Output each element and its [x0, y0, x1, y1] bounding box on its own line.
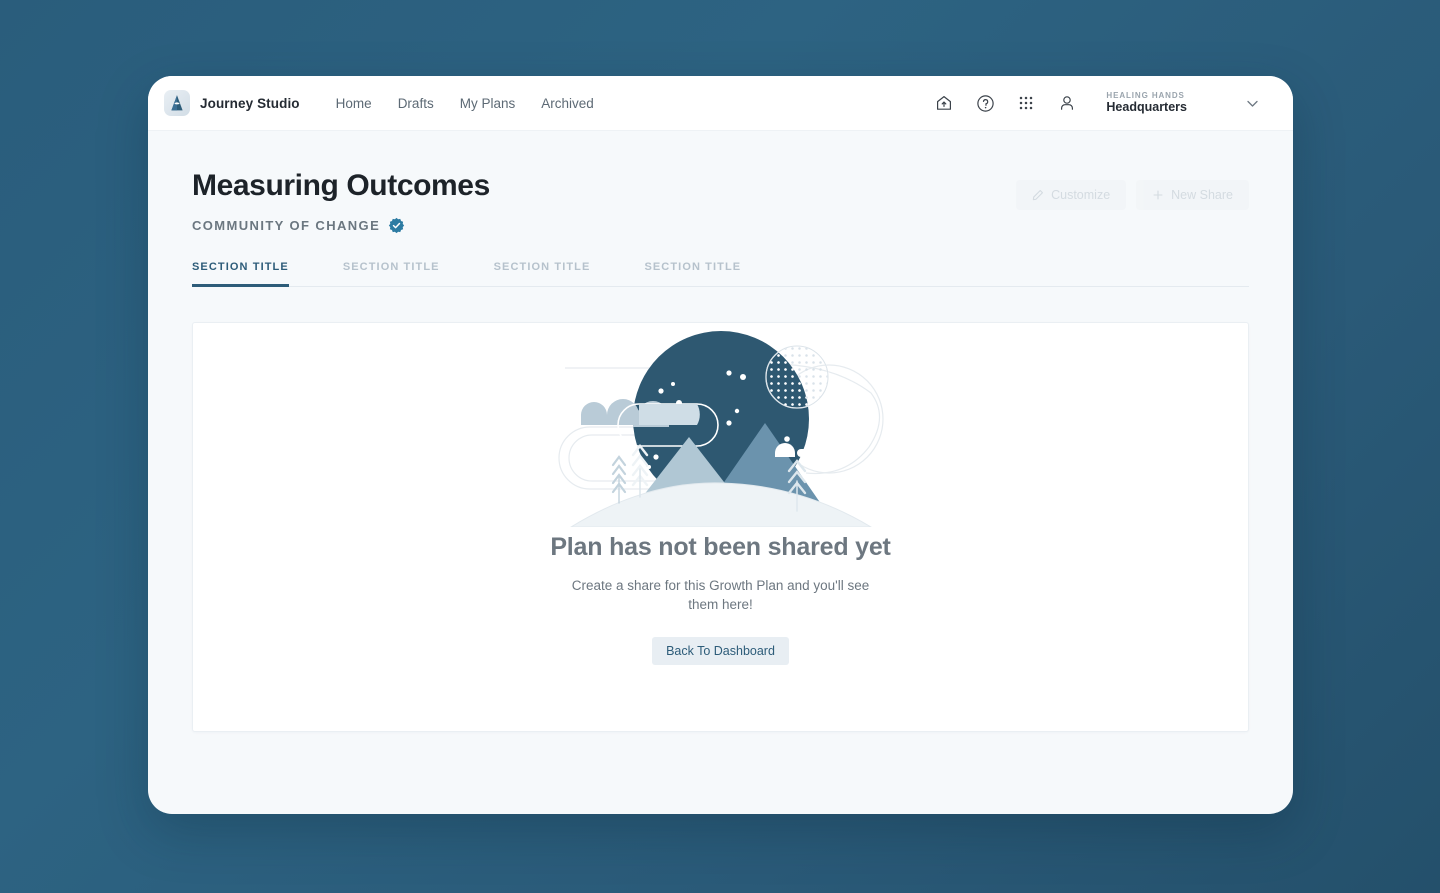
home-icon[interactable]	[933, 92, 955, 114]
customize-button[interactable]: Customize	[1016, 180, 1127, 210]
help-circle-icon[interactable]	[974, 92, 996, 114]
page-title-block: Measuring Outcomes COMMUNITY OF CHANGE	[192, 169, 490, 234]
page-header-actions: Customize New Share	[1016, 169, 1249, 210]
page-body: Measuring Outcomes COMMUNITY OF CHANGE C…	[148, 131, 1293, 732]
mountain-peak-logo-icon	[164, 90, 190, 116]
nav-link-my-plans[interactable]: My Plans	[460, 96, 516, 111]
mountain-night-scene-illustration-icon	[551, 323, 891, 527]
empty-state-title: Plan has not been shared yet	[550, 532, 891, 561]
brand[interactable]: Journey Studio	[164, 90, 300, 116]
page-title: Measuring Outcomes	[192, 169, 490, 202]
tab-section-2[interactable]: SECTION TITLE	[343, 261, 440, 287]
nav-link-drafts[interactable]: Drafts	[398, 96, 434, 111]
primary-nav-links: Home Drafts My Plans Archived	[336, 96, 594, 111]
customize-button-label: Customize	[1051, 188, 1111, 202]
org-switcher[interactable]: HEALING HANDS Headquarters	[1106, 91, 1187, 115]
app-grid-icon[interactable]	[1015, 92, 1037, 114]
empty-state-card: Plan has not been shared yet Create a sh…	[192, 321, 1249, 732]
verified-badge-icon	[388, 217, 405, 234]
nav-link-home[interactable]: Home	[336, 96, 372, 111]
nav-right-cluster: HEALING HANDS Headquarters	[933, 91, 1261, 115]
brand-name: Journey Studio	[200, 95, 300, 111]
tab-section-4[interactable]: SECTION TITLE	[644, 261, 741, 287]
nav-link-archived[interactable]: Archived	[541, 96, 594, 111]
pencil-icon	[1032, 189, 1044, 201]
plus-icon	[1152, 189, 1164, 201]
new-share-button-label: New Share	[1171, 188, 1233, 202]
tab-section-3[interactable]: SECTION TITLE	[494, 261, 591, 287]
top-navigation-bar: Journey Studio Home Drafts My Plans Arch…	[148, 76, 1293, 131]
user-icon[interactable]	[1056, 92, 1078, 114]
tab-section-1[interactable]: SECTION TITLE	[192, 261, 289, 287]
page-header: Measuring Outcomes COMMUNITY OF CHANGE C…	[192, 131, 1249, 234]
org-parent-name: HEALING HANDS	[1106, 91, 1185, 101]
org-name: Headquarters	[1106, 100, 1187, 115]
back-to-dashboard-button[interactable]: Back To Dashboard	[652, 636, 789, 665]
page-subtitle: COMMUNITY OF CHANGE	[192, 217, 381, 233]
new-share-button[interactable]: New Share	[1136, 180, 1249, 210]
chevron-down-icon[interactable]	[1244, 95, 1261, 112]
section-tabs: SECTION TITLE SECTION TITLE SECTION TITL…	[192, 261, 1249, 287]
app-window: Journey Studio Home Drafts My Plans Arch…	[148, 76, 1293, 814]
empty-state-description: Create a share for this Growth Plan and …	[571, 577, 870, 613]
page-subtitle-row: COMMUNITY OF CHANGE	[192, 217, 490, 234]
